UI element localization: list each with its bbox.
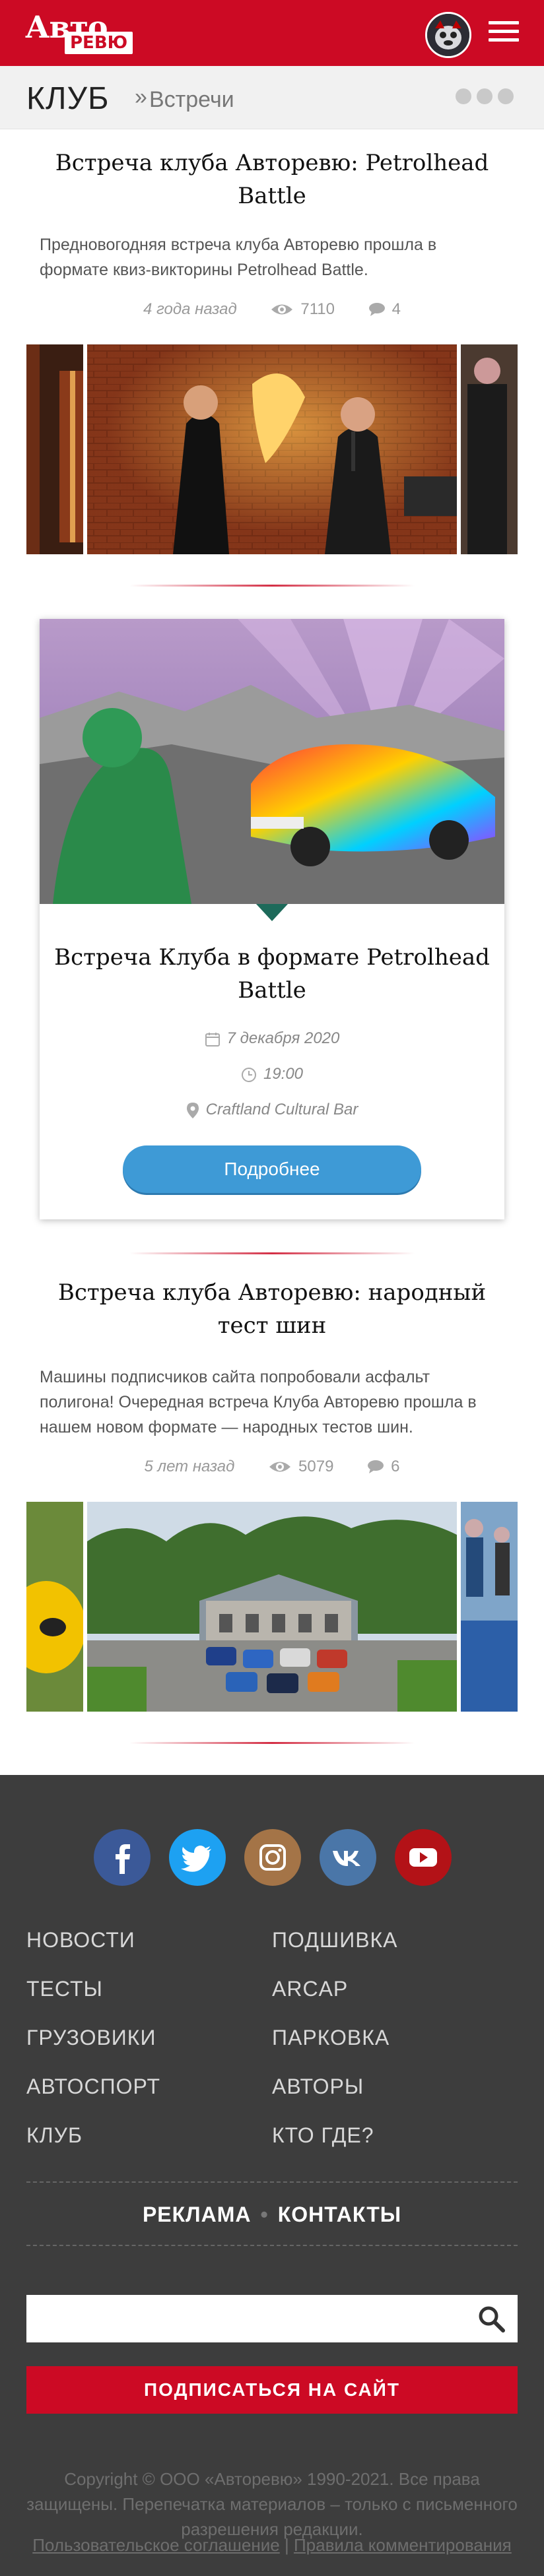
more-options-icon[interactable] — [456, 88, 519, 108]
footer-link-motorsport[interactable]: АВТОСПОРТ — [26, 2075, 160, 2099]
gallery-prev-photo[interactable] — [26, 344, 83, 554]
views-count: 5079 — [298, 1457, 334, 1475]
comment-icon — [368, 303, 385, 317]
comments-count: 6 — [391, 1457, 400, 1475]
copyright-text: Copyright © ООО «Авторевю» 1990-2021. Вс… — [26, 2469, 518, 2539]
breadcrumb-section[interactable]: КЛУБ — [26, 80, 109, 117]
event-title[interactable]: Встреча Клуба в формате Petrolhead Battl… — [53, 941, 491, 1007]
event-date: 7 декабря 2020 — [40, 1029, 504, 1048]
footer-link-club[interactable]: КЛУБ — [26, 2123, 83, 2148]
article-comments[interactable]: 4 — [368, 300, 401, 319]
article-text: Машины подписчиков сайта попробовали асф… — [40, 1368, 477, 1436]
event-place: Craftland Cultural Bar — [40, 1101, 504, 1119]
site-logo[interactable]: Авто РЕВЮ — [25, 9, 133, 57]
photo-gallery[interactable] — [26, 344, 518, 554]
menu-icon[interactable] — [489, 21, 519, 47]
gallery-next-photo[interactable] — [461, 1502, 518, 1712]
site-footer: НОВОСТИ ТЕСТЫ ГРУЗОВИКИ АВТОСПОРТ КЛУБ П… — [0, 1775, 544, 2576]
details-button[interactable]: Подробнее — [123, 1145, 421, 1193]
comment-rules-link[interactable]: Правила комментирования — [294, 2535, 512, 2555]
gallery-next-photo[interactable] — [461, 344, 518, 554]
breadcrumb-page: Встречи — [149, 87, 234, 112]
article-views: 5079 — [268, 1458, 333, 1476]
footer-link-ads[interactable]: РЕКЛАМА — [143, 2203, 252, 2226]
event-image[interactable] — [40, 619, 504, 904]
event-date-text: 7 декабря 2020 — [226, 1029, 340, 1047]
youtube-icon[interactable] — [395, 1829, 452, 1886]
search-input[interactable] — [26, 2295, 518, 2342]
gallery-photo[interactable] — [87, 1502, 457, 1712]
breadcrumb: КЛУБ » Встречи — [0, 66, 544, 129]
facebook-icon[interactable] — [94, 1829, 151, 1886]
gallery-photo[interactable] — [87, 344, 457, 554]
footer-link-who-where[interactable]: КТО ГДЕ? — [272, 2123, 374, 2148]
clock-icon — [241, 1067, 256, 1082]
article-title[interactable]: Встреча клуба Авторевю: народный тест ши… — [40, 1276, 504, 1342]
event-time: 19:00 — [40, 1065, 504, 1083]
gallery-prev-photo[interactable] — [26, 1502, 83, 1712]
footer-link-contacts[interactable]: КОНТАКТЫ — [278, 2203, 401, 2226]
section-divider — [129, 585, 415, 587]
subscribe-button[interactable]: ПОДПИСАТЬСЯ НА САЙТ — [26, 2366, 518, 2414]
footer-secondary-links: РЕКЛАМА • КОНТАКТЫ — [0, 2203, 544, 2227]
section-divider — [129, 1252, 415, 1254]
event-place-text: Craftland Cultural Bar — [205, 1101, 358, 1118]
footer-divider — [26, 2181, 518, 2183]
search-icon[interactable] — [477, 2304, 506, 2333]
card-notch — [256, 904, 288, 921]
eye-icon — [269, 1462, 291, 1472]
comments-count: 4 — [391, 300, 401, 318]
comment-icon — [368, 1460, 384, 1474]
bulldog-icon — [427, 14, 469, 56]
article-date: 5 лет назад — [144, 1457, 235, 1475]
event-time-text: 19:00 — [263, 1065, 304, 1083]
footer-link-archive[interactable]: ПОДШИВКА — [272, 1928, 398, 1952]
photo-gallery[interactable] — [26, 1502, 518, 1712]
user-avatar[interactable] — [425, 12, 471, 58]
footer-link-news[interactable]: НОВОСТИ — [26, 1928, 135, 1952]
breadcrumb-separator: » — [135, 84, 147, 110]
article-comments[interactable]: 6 — [367, 1458, 399, 1476]
article-date: 4 года назад — [143, 300, 237, 318]
twitter-icon[interactable] — [169, 1829, 226, 1886]
footer-links-separator: • — [260, 2203, 269, 2226]
footer-link-authors[interactable]: АВТОРЫ — [272, 2075, 364, 2099]
legal-separator: | — [284, 2535, 289, 2555]
calendar-icon — [205, 1032, 220, 1046]
event-card: Встреча Клуба в формате Petrolhead Battl… — [40, 619, 504, 1219]
vk-icon[interactable] — [320, 1829, 376, 1886]
section-divider — [129, 1742, 415, 1744]
eye-icon — [271, 304, 293, 315]
site-header: Авто РЕВЮ — [0, 0, 544, 66]
article-text: Предновогодняя встреча клуба Авторевю пр… — [40, 236, 437, 279]
views-count: 7110 — [300, 300, 335, 318]
article-meta: 4 года назад 7110 4 — [0, 300, 544, 319]
event-poster — [40, 619, 504, 904]
location-pin-icon — [186, 1102, 199, 1118]
footer-link-arcap[interactable]: ARCAP — [272, 1977, 348, 2001]
footer-link-tests[interactable]: ТЕСТЫ — [26, 1977, 103, 2001]
logo-text-bottom: РЕВЮ — [65, 32, 133, 54]
footer-divider — [26, 2245, 518, 2246]
footer-link-parking[interactable]: ПАРКОВКА — [272, 2026, 390, 2050]
instagram-icon[interactable] — [244, 1829, 301, 1886]
article-title[interactable]: Встреча клуба Авторевю: Petrolhead Battl… — [40, 146, 504, 212]
article-views: 7110 — [270, 300, 335, 319]
legal-links: Пользовательское соглашение | Правила ко… — [26, 2535, 518, 2556]
footer-link-trucks[interactable]: ГРУЗОВИКИ — [26, 2026, 156, 2050]
user-agreement-link[interactable]: Пользовательское соглашение — [32, 2535, 280, 2555]
article-meta: 5 лет назад 5079 6 — [0, 1457, 544, 1476]
